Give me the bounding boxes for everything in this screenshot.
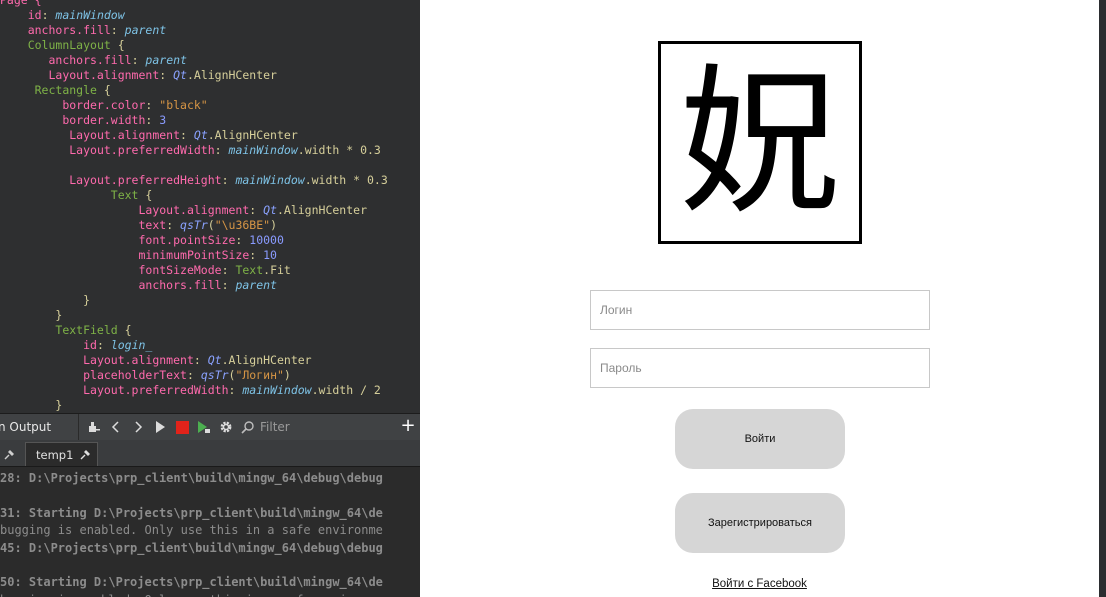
tab-label: temp1: [36, 447, 74, 462]
output-line: bugging is enabled. Only use this in a s…: [0, 523, 383, 538]
gear-icon[interactable]: [215, 417, 237, 437]
qt-creator-panel: Page { id: mainWindow anchors.fill: pare…: [0, 0, 420, 597]
app-window: 㚾 Войти Зарегистрироваться Войти с Faceb…: [420, 0, 1099, 597]
code-line: minimumPointSize: 10: [138, 248, 277, 262]
code-line: Layout.preferredWidth: mainWindow.width …: [69, 143, 381, 157]
plus-icon[interactable]: +: [398, 416, 418, 436]
login-field[interactable]: [590, 290, 930, 330]
debug-run-icon[interactable]: [193, 417, 215, 437]
code-line: Layout.preferredWidth: mainWindow.width …: [83, 383, 381, 397]
window-edge: [1099, 0, 1106, 597]
glyph-text: 㚾: [679, 48, 840, 236]
password-field[interactable]: [590, 348, 930, 388]
pin-icon[interactable]: [79, 449, 91, 461]
output-pane-title: n Output: [0, 414, 79, 440]
code-line: TextField {: [55, 323, 132, 337]
code-line: id: login_: [83, 338, 153, 352]
tab-temp1[interactable]: temp1: [25, 442, 98, 466]
filter-box[interactable]: [241, 416, 391, 438]
search-icon: [241, 420, 255, 434]
previous-icon[interactable]: [105, 417, 127, 437]
code-line: border.color: "black": [62, 98, 208, 112]
output-line: 28: D:\Projects\prp_client\build\mingw_6…: [0, 471, 383, 485]
run-icon[interactable]: [149, 417, 171, 437]
output-line: 31: Starting D:\Projects\prp_client\buil…: [0, 505, 383, 520]
code-line: Rectangle {: [34, 83, 111, 97]
code-line: fontSizeMode: Text.Fit: [138, 263, 291, 277]
code-line: id: mainWindow: [27, 8, 125, 22]
output-toolbar: n Output +: [0, 413, 420, 440]
next-icon[interactable]: [127, 417, 149, 437]
code-line: font.pointSize: 10000: [138, 233, 284, 247]
code-line: Layout.alignment: Qt.AlignHCenter: [48, 68, 277, 82]
code-line: Page {: [0, 0, 42, 7]
code-line: placeholderText: qsTr("Логин"): [83, 368, 291, 382]
code-line: Layout.preferredHeight: mainWindow.width…: [69, 173, 388, 187]
output-tabs: temp1: [0, 440, 420, 467]
register-button[interactable]: Зарегистрироваться: [675, 493, 845, 553]
output-line: bugging is enabled. Only use this in a s…: [0, 592, 383, 597]
glyph-frame: 㚾: [658, 41, 862, 244]
login-button[interactable]: Войти: [675, 409, 845, 469]
application-output[interactable]: 28: D:\Projects\prp_client\build\mingw_6…: [0, 467, 420, 597]
code-line: }: [0, 293, 91, 307]
code-line: }: [0, 398, 63, 412]
code-line: Layout.alignment: Qt.AlignHCenter: [138, 203, 367, 217]
facebook-login-link[interactable]: Войти с Facebook: [420, 578, 1099, 590]
code-line: anchors.fill: parent: [27, 23, 167, 37]
code-line: text: qsTr("\u36BE"): [138, 218, 278, 232]
output-line: 50: Starting D:\Projects\prp_client\buil…: [0, 575, 383, 590]
code-line: border.width: 3: [62, 113, 167, 127]
code-line: Layout.alignment: Qt.AlignHCenter: [69, 128, 298, 142]
stop-icon[interactable]: [171, 417, 193, 437]
code-line: }: [0, 308, 63, 322]
code-line: anchors.fill: parent: [138, 278, 277, 292]
code-line: anchors.fill: parent: [48, 53, 187, 67]
code-line: Layout.alignment: Qt.AlignHCenter: [83, 353, 312, 367]
code-editor[interactable]: Page { id: mainWindow anchors.fill: pare…: [0, 0, 420, 413]
output-line: 45: D:\Projects\prp_client\build\mingw_6…: [0, 540, 383, 555]
code-line: Text {: [110, 188, 153, 202]
tab-pin-icon[interactable]: [0, 444, 22, 466]
code-line: ColumnLayout {: [27, 38, 125, 52]
attach-debugger-icon[interactable]: [83, 417, 105, 437]
filter-input[interactable]: [258, 419, 382, 435]
